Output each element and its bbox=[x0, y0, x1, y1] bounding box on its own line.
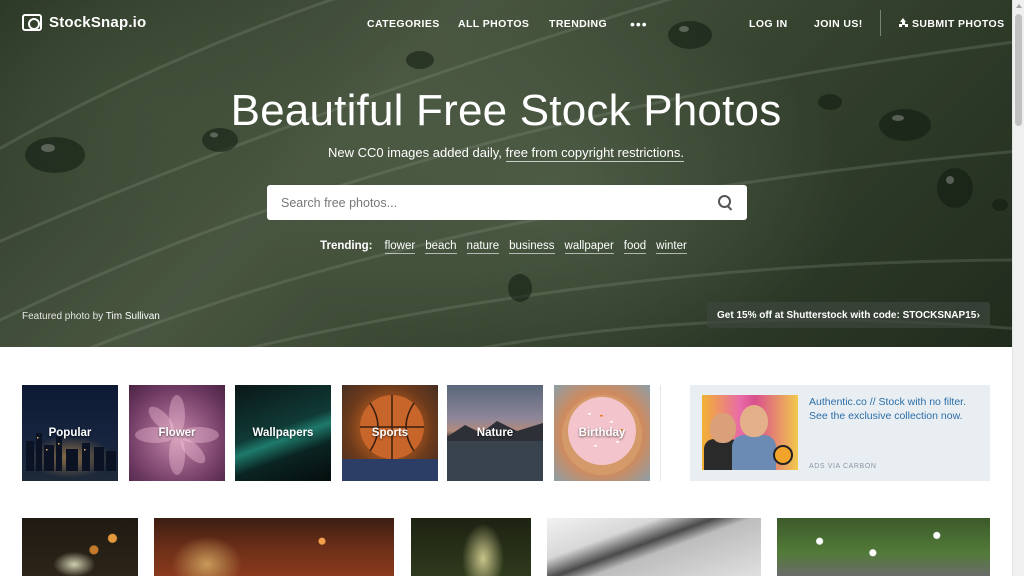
search-input[interactable] bbox=[267, 185, 707, 220]
submit-photos-button[interactable]: SUBMIT PHOTOS bbox=[899, 18, 1005, 30]
carbon-ad[interactable]: Authentic.co // Stock with no filter. Se… bbox=[690, 385, 990, 481]
ad-person-face bbox=[740, 405, 768, 437]
search-box bbox=[267, 185, 747, 220]
ad-logo-icon bbox=[773, 445, 793, 465]
top-nav: StockSnap.io CATEGORIES ALL PHOTOS TREND… bbox=[0, 0, 1012, 48]
photo-thumbnail[interactable] bbox=[411, 518, 531, 576]
shutterstock-promo-button[interactable]: Get 15% off at Shutterstock with code: S… bbox=[707, 302, 990, 328]
submit-photos-label: SUBMIT PHOTOS bbox=[912, 18, 1005, 30]
category-label: Popular bbox=[48, 427, 92, 439]
category-popular[interactable]: Popular bbox=[22, 385, 118, 481]
camera-icon bbox=[22, 14, 42, 31]
photo-thumbnail[interactable] bbox=[777, 518, 990, 576]
category-label: Wallpapers bbox=[252, 427, 314, 439]
trending-tags: Trending: flower beach nature business w… bbox=[0, 240, 1012, 254]
ad-person-face bbox=[710, 413, 736, 443]
trending-tag-business[interactable]: business bbox=[509, 240, 555, 254]
featured-photographer-link[interactable]: Tim Sullivan bbox=[106, 311, 160, 322]
upload-icon bbox=[899, 18, 908, 27]
category-label: Flower bbox=[158, 427, 196, 439]
photo-thumbnail[interactable] bbox=[154, 518, 394, 576]
category-nature[interactable]: Nature bbox=[447, 385, 543, 481]
trending-tag-flower[interactable]: flower bbox=[384, 240, 416, 254]
hero-subtitle: New CC0 images added daily, free from co… bbox=[0, 145, 1012, 162]
ad-image[interactable] bbox=[702, 395, 798, 470]
hero-overlay bbox=[0, 0, 1012, 347]
category-wallpapers[interactable]: Wallpapers bbox=[235, 385, 331, 481]
category-label: Birthday bbox=[578, 427, 626, 439]
hero-subtitle-text: New CC0 images added daily, bbox=[328, 145, 502, 160]
copyright-link[interactable]: free from copyright restrictions. bbox=[505, 145, 684, 162]
page-scrollbar[interactable] bbox=[1012, 0, 1024, 576]
ad-person-body bbox=[732, 435, 776, 470]
join-link[interactable]: JOIN US! bbox=[814, 18, 863, 30]
category-sports[interactable]: Sports bbox=[342, 385, 438, 481]
trending-tag-wallpaper[interactable]: wallpaper bbox=[564, 240, 614, 254]
scroll-up-icon[interactable] bbox=[1016, 4, 1022, 8]
more-menu-icon[interactable]: ••• bbox=[630, 16, 648, 32]
search-icon[interactable] bbox=[718, 195, 734, 211]
chevron-right-icon: › bbox=[976, 310, 980, 321]
trending-tag-nature[interactable]: nature bbox=[466, 240, 500, 254]
trending-tag-beach[interactable]: beach bbox=[425, 240, 457, 254]
ads-via-carbon[interactable]: ADS VIA CARBON bbox=[809, 463, 877, 470]
featured-prefix: Featured photo by bbox=[22, 311, 104, 322]
scrollbar-thumb[interactable] bbox=[1015, 14, 1022, 126]
trending-label: Trending: bbox=[320, 240, 373, 252]
photo-thumbnail[interactable] bbox=[22, 518, 138, 576]
nav-all-photos[interactable]: ALL PHOTOS bbox=[458, 18, 529, 30]
trending-tag-food[interactable]: food bbox=[623, 240, 647, 254]
logo[interactable]: StockSnap.io bbox=[22, 14, 146, 31]
nav-divider bbox=[880, 10, 881, 36]
page: StockSnap.io CATEGORIES ALL PHOTOS TREND… bbox=[0, 0, 1024, 576]
photo-thumbnail[interactable] bbox=[547, 518, 761, 576]
promo-text: Get 15% off at Shutterstock with code: S… bbox=[717, 310, 977, 321]
category-label: Nature bbox=[476, 427, 514, 439]
category-flower[interactable]: Flower bbox=[129, 385, 225, 481]
category-divider bbox=[660, 385, 661, 481]
nav-categories[interactable]: CATEGORIES bbox=[367, 18, 440, 30]
ad-text[interactable]: Authentic.co // Stock with no filter. Se… bbox=[809, 396, 981, 423]
featured-credit: Featured photo by Tim Sullivan bbox=[22, 311, 160, 322]
login-link[interactable]: LOG IN bbox=[749, 18, 788, 30]
nav-trending[interactable]: TRENDING bbox=[549, 18, 607, 30]
trending-tag-winter[interactable]: winter bbox=[656, 240, 687, 254]
category-birthday[interactable]: Birthday bbox=[554, 385, 650, 481]
logo-text: StockSnap.io bbox=[49, 14, 147, 31]
category-label: Sports bbox=[371, 427, 409, 439]
hero-title: Beautiful Free Stock Photos bbox=[230, 86, 782, 135]
hero-banner bbox=[0, 0, 1012, 347]
